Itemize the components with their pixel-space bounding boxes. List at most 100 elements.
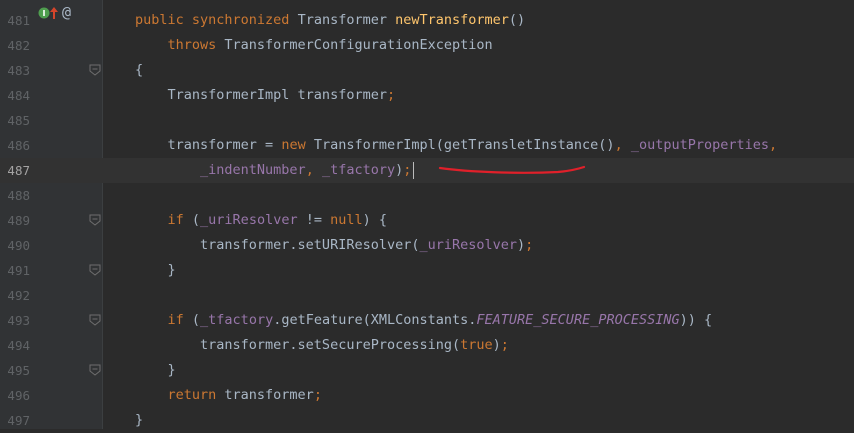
line-number: 488 (7, 188, 30, 203)
code-text[interactable]: TransformerImpl transformer; (135, 83, 396, 108)
code-token: } (135, 412, 144, 428)
code-line[interactable]: 495 } (0, 358, 854, 383)
text-caret (413, 161, 415, 179)
code-token: public (135, 12, 192, 28)
fold-toggle-icon[interactable] (89, 64, 102, 76)
code-token: ; (500, 337, 509, 353)
code-line[interactable]: 490 transformer.setURIResolver(_uriResol… (0, 233, 854, 258)
code-line[interactable]: 485 (0, 108, 854, 133)
code-line[interactable]: 489 if (_uriResolver != null) { (0, 208, 854, 233)
code-token: _tfactory (321, 162, 396, 178)
code-token: ) { (362, 212, 388, 228)
code-token: true (460, 337, 493, 353)
code-text[interactable]: transformer.setURIResolver(_uriResolver)… (135, 233, 533, 258)
line-number: 493 (7, 313, 30, 328)
code-token: return (135, 387, 225, 403)
line-number: 491 (7, 263, 30, 278)
code-token: ; (313, 387, 322, 403)
code-line[interactable]: 496 return transformer; (0, 383, 854, 408)
code-token: , (614, 137, 631, 153)
code-token: TransformerImpl transformer (135, 87, 387, 103)
line-number: 487 (7, 163, 30, 178)
red-underline-annotation (438, 165, 586, 174)
code-line[interactable]: 493 if (_tfactory.getFeature(XMLConstant… (0, 308, 854, 333)
code-text[interactable]: public synchronized Transformer newTrans… (135, 8, 525, 33)
code-token: ; (386, 87, 396, 103)
code-token: null (330, 212, 363, 228)
code-text[interactable]: if (_uriResolver != null) { (135, 208, 388, 233)
code-line[interactable]: 492 (0, 283, 854, 308)
code-token: .getFeature(XMLConstants. (273, 312, 477, 328)
code-token: _uriResolver (419, 237, 518, 253)
code-token: transformer.setURIResolver( (135, 237, 420, 253)
line-number: 490 (7, 238, 30, 253)
code-token: if (135, 312, 192, 328)
code-text[interactable]: } (135, 258, 176, 283)
line-number: 496 (7, 388, 30, 403)
code-line[interactable]: 486 transformer = new TransformerImpl(ge… (0, 133, 854, 158)
code-token: transformer = (135, 137, 282, 153)
fold-toggle-icon[interactable] (89, 314, 102, 326)
code-line[interactable]: 483 { (0, 58, 854, 83)
code-token: throws (135, 37, 225, 53)
code-token: ( (191, 312, 201, 328)
code-token: { (135, 62, 144, 78)
line-number: 489 (7, 213, 30, 228)
code-line[interactable]: 491 } (0, 258, 854, 283)
line-number: 482 (7, 38, 30, 53)
code-token: new (281, 137, 314, 153)
code-token: _outputProperties (630, 137, 769, 153)
code-text[interactable]: } (135, 358, 176, 383)
code-text[interactable]: if (_tfactory.getFeature(XMLConstants.FE… (135, 308, 713, 333)
code-line[interactable]: 484 TransformerImpl transformer; (0, 83, 854, 108)
code-token: transformer (224, 387, 314, 403)
code-token: newTransformer (395, 12, 509, 28)
code-line[interactable]: 497} (0, 408, 854, 433)
code-token: ) (492, 337, 501, 353)
line-number: 483 (7, 63, 30, 78)
code-token: ( (191, 212, 201, 228)
code-line[interactable]: 482 throws TransformerConfigurationExcep… (0, 33, 854, 58)
code-token: () (508, 12, 526, 28)
line-number: 485 (7, 113, 30, 128)
code-text[interactable]: _indentNumber, _tfactory); (135, 158, 415, 183)
line-number: 494 (7, 338, 30, 353)
code-token: , (769, 137, 778, 153)
code-token: _indentNumber (135, 162, 306, 178)
code-token: Transformer (297, 12, 396, 28)
line-number: 497 (7, 413, 30, 428)
fold-toggle-icon[interactable] (89, 364, 102, 376)
code-token: TransformerConfigurationException (224, 37, 493, 53)
line-number: 486 (7, 138, 30, 153)
line-number: 495 (7, 363, 30, 378)
code-text[interactable]: transformer.setSecureProcessing(true); (135, 333, 509, 358)
code-token: } (135, 262, 176, 278)
code-token: ; (403, 162, 412, 178)
code-token: _uriResolver (200, 212, 298, 228)
code-token: ) (517, 237, 526, 253)
code-token: synchronized (191, 12, 298, 28)
line-number: 484 (7, 88, 30, 103)
code-text[interactable]: throws TransformerConfigurationException (135, 33, 493, 58)
code-token: ; (525, 237, 534, 253)
code-line[interactable]: 481 public synchronized Transformer newTr… (0, 8, 854, 33)
code-line[interactable]: 488 (0, 183, 854, 208)
code-text[interactable]: transformer = new TransformerImpl(getTra… (135, 133, 778, 158)
line-number: 481 (7, 13, 30, 28)
fold-toggle-icon[interactable] (89, 214, 102, 226)
code-text[interactable]: } (135, 408, 143, 433)
code-token: != (297, 212, 331, 228)
code-line[interactable]: 494 transformer.setSecureProcessing(true… (0, 333, 854, 358)
code-token: _tfactory (200, 312, 274, 328)
code-text[interactable]: return transformer; (135, 383, 322, 408)
code-token: FEATURE_SECURE_PROCESSING (476, 312, 680, 328)
code-token: transformer.setSecureProcessing( (135, 337, 461, 353)
code-token: )) { (679, 312, 713, 328)
code-token: TransformerImpl(getTransletInstance() (313, 137, 615, 153)
code-text[interactable]: { (135, 58, 143, 83)
code-token: , (305, 162, 322, 178)
code-line[interactable]: 487 _indentNumber, _tfactory); (0, 158, 854, 183)
line-number: 492 (7, 288, 30, 303)
code-token: } (135, 362, 176, 378)
fold-toggle-icon[interactable] (89, 264, 102, 276)
